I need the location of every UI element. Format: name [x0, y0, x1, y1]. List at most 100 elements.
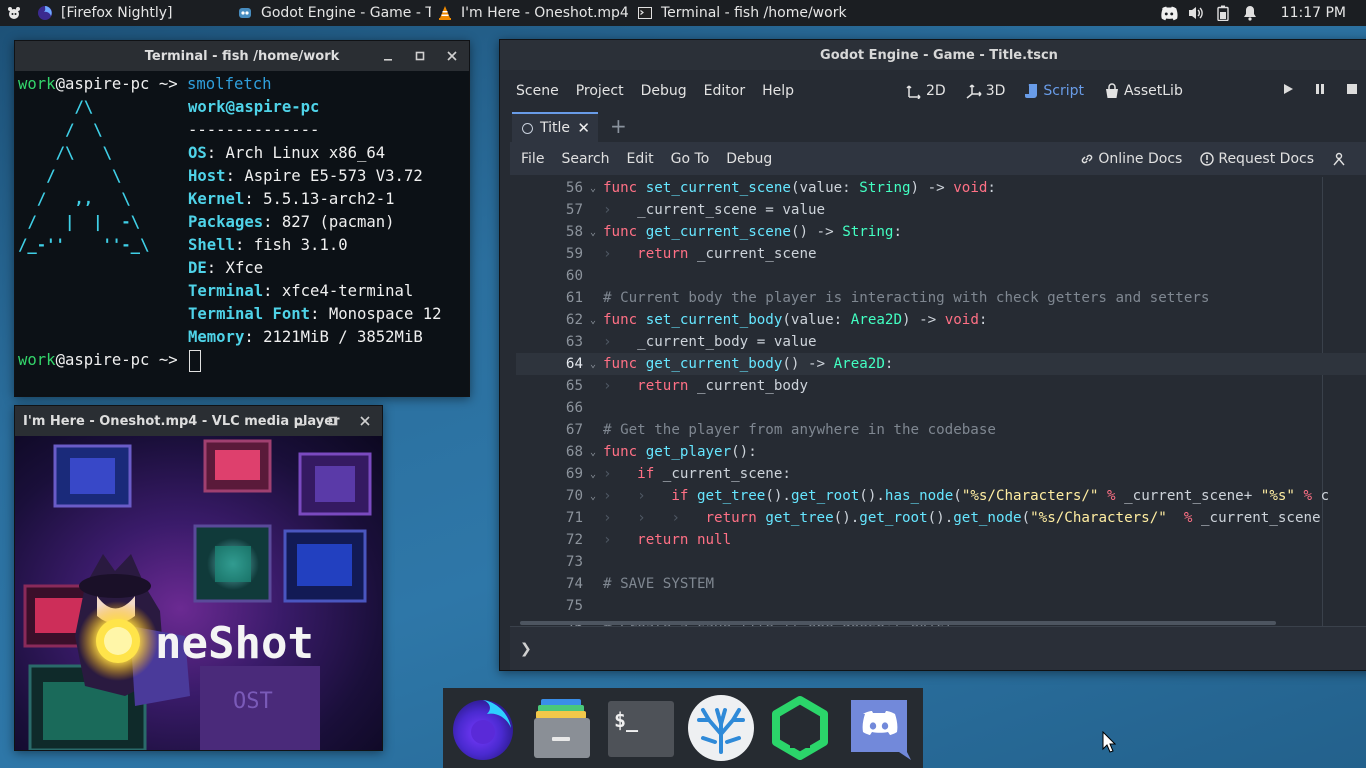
- minimize-icon[interactable]: [377, 45, 399, 67]
- terminal-output[interactable]: work@aspire-pc ~> smolfetch /\ / \ /\ \ …: [15, 71, 469, 396]
- code-line[interactable]: 63 › _current_body = value: [516, 331, 1366, 353]
- add-tab-icon[interactable]: +: [610, 114, 627, 138]
- fold-arrow-icon[interactable]: ⌄: [583, 227, 603, 238]
- code-line[interactable]: 71 › › › return get_tree().get_root().get…: [516, 507, 1366, 529]
- script-menu-search[interactable]: Search: [561, 151, 609, 167]
- terminal-titlebar[interactable]: Terminal - fish /home/work: [15, 41, 469, 71]
- godot-launcher[interactable]: [764, 692, 835, 764]
- code-line[interactable]: 75: [516, 595, 1366, 617]
- code-line[interactable]: 64 ⌄ func get_current_body() -> Area2D:: [516, 353, 1366, 375]
- vlc-titlebar[interactable]: I'm Here - Oneshot.mp4 - VLC media playe…: [15, 406, 382, 436]
- line-number: 62: [565, 312, 583, 328]
- code-line[interactable]: 73: [516, 551, 1366, 573]
- 3d-icon: [966, 84, 982, 99]
- tab-title[interactable]: Title ✕: [512, 112, 598, 142]
- menu-scene[interactable]: Scene: [516, 83, 559, 99]
- script-editor-menu: File Search Edit Go To Debug Online Docs…: [510, 142, 1366, 175]
- menu-help[interactable]: Help: [762, 83, 794, 99]
- menu-debug[interactable]: Debug: [641, 83, 687, 99]
- close-icon[interactable]: [354, 410, 376, 432]
- code-line[interactable]: 60: [516, 265, 1366, 287]
- workspace-2d[interactable]: 2D: [906, 83, 946, 99]
- maximize-icon[interactable]: [409, 45, 431, 67]
- menu-editor[interactable]: Editor: [704, 83, 745, 99]
- info-row: OS: Arch Linux x86_64: [188, 144, 386, 162]
- line-number: 71: [565, 510, 583, 526]
- vscodium-launcher[interactable]: [685, 692, 756, 764]
- mouse-pointer-icon: [1102, 731, 1116, 753]
- fold-arrow-icon[interactable]: ⌄: [583, 183, 603, 194]
- discord-tray-icon[interactable]: [1159, 4, 1179, 22]
- output-console-toggle[interactable]: ❯: [510, 626, 1366, 670]
- notifications-bell-icon[interactable]: [1240, 4, 1260, 22]
- firefox-nightly-launcher[interactable]: [447, 692, 518, 764]
- video-title-text: neShot: [155, 618, 314, 669]
- code-line[interactable]: 58 ⌄ func get_current_scene() -> String:: [516, 221, 1366, 243]
- clock[interactable]: 11:17 PM: [1281, 5, 1346, 21]
- taskbar-item-godot[interactable]: Godot Engine - Game - Tit...: [231, 0, 431, 26]
- code-line[interactable]: 66: [516, 397, 1366, 419]
- script-menu-goto[interactable]: Go To: [671, 151, 710, 167]
- fold-arrow-icon[interactable]: ⌄: [583, 359, 603, 370]
- stop-icon[interactable]: [1346, 83, 1358, 99]
- fold-arrow-icon[interactable]: ⌄: [583, 447, 603, 458]
- top-panel: [Firefox Nightly] Godot Engine - Game - …: [0, 0, 1366, 26]
- workspace-script[interactable]: Script: [1025, 83, 1084, 99]
- prompt-line[interactable]: work@aspire-pc ~>: [18, 349, 466, 372]
- code-line[interactable]: 68 ⌄ func get_player():: [516, 441, 1366, 463]
- code-line[interactable]: 65 › return _current_body: [516, 375, 1366, 397]
- video-frame[interactable]: neShot OST: [15, 436, 382, 750]
- request-docs-button[interactable]: Request Docs: [1200, 151, 1314, 167]
- code-line[interactable]: 62 ⌄ func set_current_body(value: Area2D) …: [516, 309, 1366, 331]
- godot-titlebar[interactable]: Godot Engine - Game - Title.tscn: [500, 40, 1366, 70]
- code-line[interactable]: 69 ⌄ › if _current_scene:: [516, 463, 1366, 485]
- script-menu-edit[interactable]: Edit: [627, 151, 654, 167]
- godot-icon: [239, 8, 251, 18]
- script-menu-debug[interactable]: Debug: [726, 151, 772, 167]
- code-line[interactable]: 57 › _current_scene = value: [516, 199, 1366, 221]
- firefox-icon: [38, 6, 52, 20]
- minimize-icon[interactable]: [290, 410, 312, 432]
- script-menu-file[interactable]: File: [521, 151, 544, 167]
- code-line[interactable]: 72 › return null: [516, 529, 1366, 551]
- fold-arrow-icon[interactable]: ⌄: [583, 315, 603, 326]
- menu-project[interactable]: Project: [576, 83, 624, 99]
- workspace-assetlib[interactable]: AssetLib: [1104, 83, 1183, 99]
- code-line[interactable]: 70 ⌄ › › if get_tree().get_root().has_node…: [516, 485, 1366, 507]
- code-line[interactable]: 74 # SAVE SYSTEM: [516, 573, 1366, 595]
- code-line[interactable]: 67 # Get the player from anywhere in the …: [516, 419, 1366, 441]
- close-icon[interactable]: [441, 45, 463, 67]
- code-line[interactable]: 61 # Current body the player is interacti…: [516, 287, 1366, 309]
- taskbar-item-terminal[interactable]: Terminal - fish /home/work: [631, 0, 851, 26]
- terminal-app-icon: $_: [608, 701, 675, 757]
- code-text: › if _current_scene:: [603, 466, 791, 482]
- online-docs-button[interactable]: Online Docs: [1080, 151, 1182, 167]
- horizontal-scrollbar[interactable]: [520, 621, 1276, 625]
- taskbar-item-firefox[interactable]: [Firefox Nightly]: [31, 0, 231, 26]
- script-tabs: Title ✕ +: [500, 112, 1366, 142]
- code-editor[interactable]: 56 ⌄ func set_current_scene(value: String)…: [516, 177, 1366, 626]
- file-manager-icon: [533, 699, 590, 758]
- window-title: Godot Engine - Game - Title.tscn: [820, 47, 1058, 63]
- workspace-3d[interactable]: 3D: [966, 83, 1005, 99]
- close-tab-icon[interactable]: ✕: [577, 119, 590, 137]
- pause-icon[interactable]: [1314, 83, 1326, 99]
- maximize-icon[interactable]: [322, 410, 344, 432]
- code-line[interactable]: 56 ⌄ func set_current_scene(value: String)…: [516, 177, 1366, 199]
- fold-arrow-icon[interactable]: ⌄: [583, 469, 603, 480]
- code-text: func set_current_scene(value: String) ->…: [603, 180, 996, 196]
- code-text: › return null: [603, 532, 732, 548]
- battery-icon[interactable]: [1213, 4, 1233, 22]
- discord-launcher[interactable]: [844, 692, 915, 764]
- taskbar-item-vlc[interactable]: I'm Here - Oneshot.mp4 - ...: [431, 0, 631, 26]
- file-manager-launcher[interactable]: [526, 692, 597, 764]
- info-row: Terminal Font: Monospace 12: [188, 305, 442, 323]
- fold-arrow-icon[interactable]: ⌄: [583, 491, 603, 502]
- play-icon[interactable]: [1282, 83, 1294, 99]
- whisker-menu-icon[interactable]: [5, 4, 23, 22]
- code-line[interactable]: 59 › return _current_scene: [516, 243, 1366, 265]
- class-search-icon[interactable]: [1332, 152, 1350, 166]
- app-dock: $_: [443, 688, 923, 768]
- terminal-launcher[interactable]: $_: [606, 692, 677, 764]
- volume-icon[interactable]: [1186, 4, 1206, 22]
